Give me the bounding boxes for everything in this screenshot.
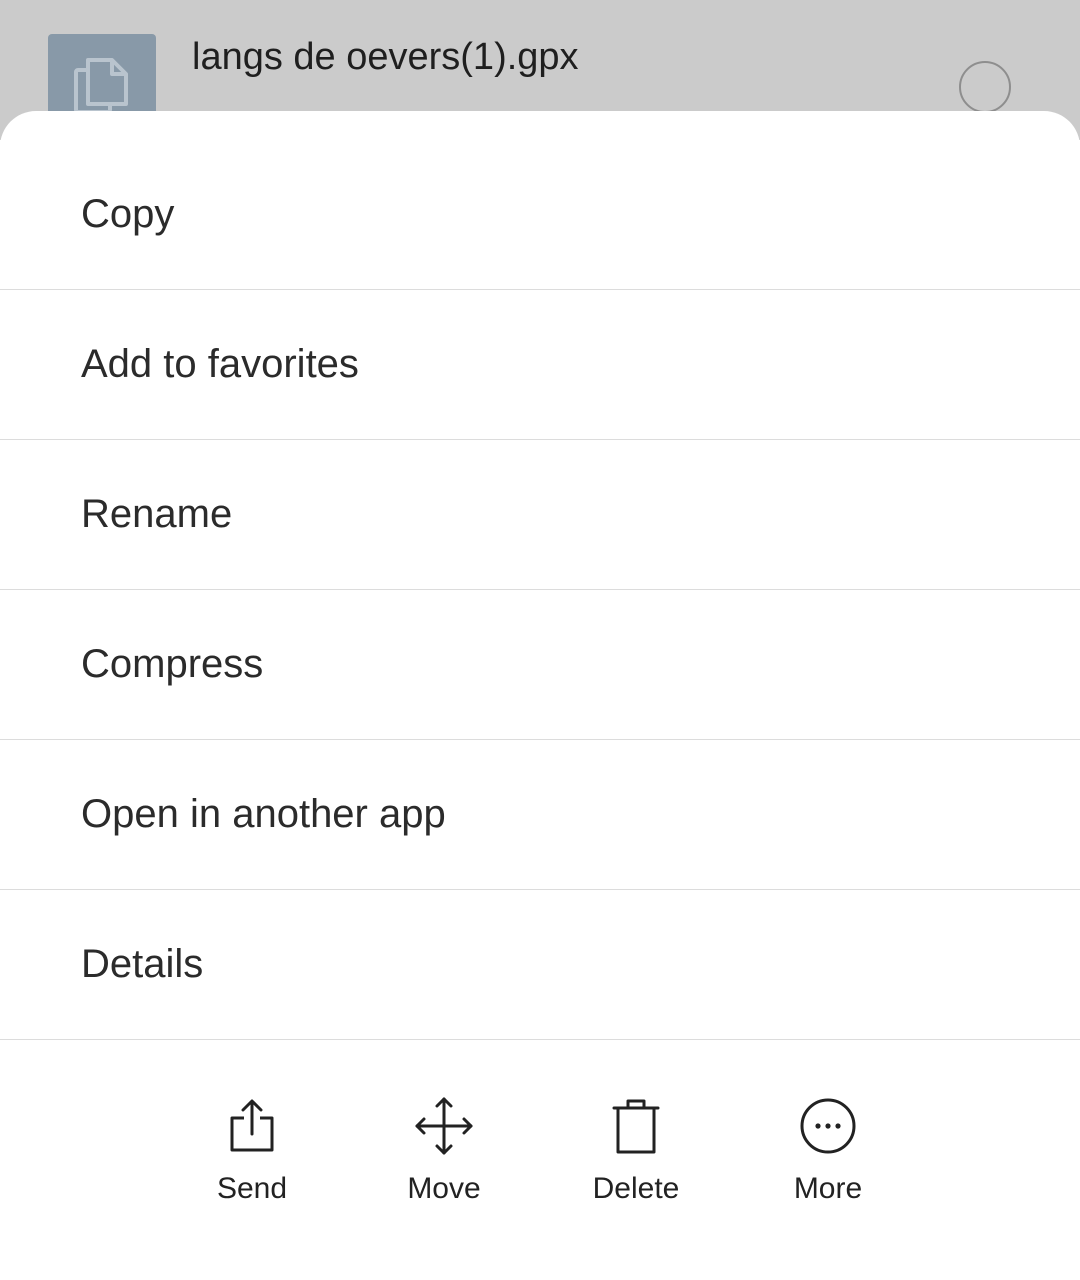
action-menu: Copy Add to favorites Rename Compress Op… xyxy=(0,139,1080,1040)
menu-item-copy[interactable]: Copy xyxy=(0,139,1080,290)
send-button[interactable]: Send xyxy=(177,1096,327,1226)
delete-button[interactable]: Delete xyxy=(561,1096,711,1226)
more-button[interactable]: More xyxy=(753,1096,903,1226)
send-label: Send xyxy=(216,1172,288,1205)
move-arrows-icon xyxy=(415,1097,473,1155)
file-name: langs de oevers(1).gpx xyxy=(192,36,579,78)
share-icon xyxy=(230,1099,274,1152)
screen: langs de oevers(1).gpx Copy Add to favor… xyxy=(0,0,1080,1280)
more-circle-icon xyxy=(800,1098,856,1154)
menu-item-open-in-another-app[interactable]: Open in another app xyxy=(0,740,1080,890)
bottom-action-bar: Send Move Delete More xyxy=(0,1096,1080,1226)
document-copy-icon xyxy=(74,58,128,114)
menu-item-details[interactable]: Details xyxy=(0,890,1080,1040)
trash-icon xyxy=(612,1099,660,1154)
menu-item-add-to-favorites[interactable]: Add to favorites xyxy=(0,290,1080,440)
menu-item-compress[interactable]: Compress xyxy=(0,590,1080,740)
bottom-sheet: Copy Add to favorites Rename Compress Op… xyxy=(0,111,1080,1280)
move-button[interactable]: Move xyxy=(369,1096,519,1226)
more-label: More xyxy=(793,1172,863,1205)
menu-item-rename[interactable]: Rename xyxy=(0,440,1080,590)
move-label: Move xyxy=(407,1172,481,1205)
delete-label: Delete xyxy=(592,1172,680,1205)
select-checkbox[interactable] xyxy=(959,61,1011,113)
